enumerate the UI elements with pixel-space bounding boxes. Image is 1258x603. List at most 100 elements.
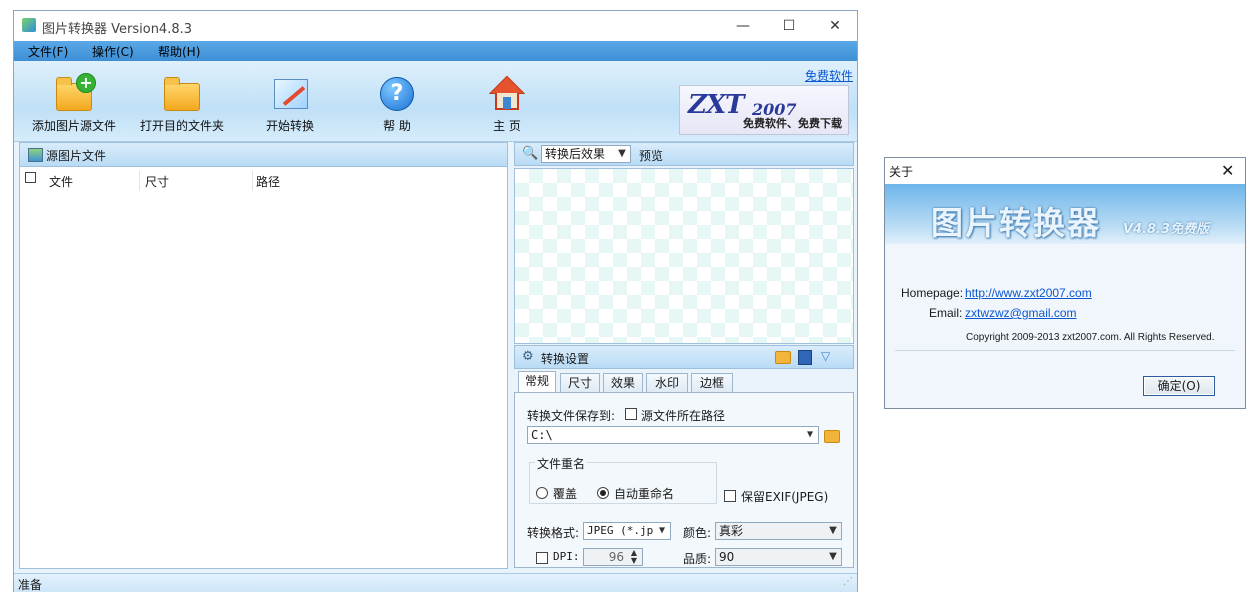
settings-tabs: 常规 尺寸 效果 水印 边框 bbox=[514, 371, 854, 393]
status-text: 准备 bbox=[18, 578, 43, 592]
spinner-arrows-icon[interactable]: ▲ ▼ bbox=[626, 549, 642, 565]
save-icon[interactable] bbox=[798, 350, 812, 365]
chevron-down-icon: ▼ bbox=[829, 525, 837, 536]
preview-mode-value: 转换后效果 bbox=[545, 147, 606, 161]
homepage-link[interactable]: http://www.zxt2007.com bbox=[965, 286, 1092, 300]
preview-mode-select[interactable]: 转换后效果 ▼ bbox=[541, 145, 631, 163]
tab-size[interactable]: 尺寸 bbox=[560, 373, 600, 392]
about-dialog: 关于 ✕ 图片转换器 V4.8.3免费版 Homepage: http://ww… bbox=[884, 157, 1246, 409]
column-path[interactable]: 路径 bbox=[256, 173, 280, 190]
open-folder-icon[interactable] bbox=[775, 351, 791, 364]
magic-wand-icon bbox=[270, 75, 310, 111]
auto-rename-label: 自动重命名 bbox=[614, 487, 675, 501]
about-close-button[interactable]: ✕ bbox=[1221, 161, 1234, 180]
open-dest-folder-button[interactable]: 打开目的文件夹 bbox=[136, 61, 228, 141]
quality-label: 品质: bbox=[683, 552, 712, 566]
source-path-label: 源文件所在路径 bbox=[641, 409, 726, 423]
start-convert-button[interactable]: 开始转换 bbox=[250, 61, 330, 141]
add-source-button[interactable]: + 添加图片源文件 bbox=[28, 61, 120, 141]
about-banner: 图片转换器 V4.8.3免费版 bbox=[885, 184, 1245, 244]
color-label: 颜色: bbox=[683, 526, 712, 540]
tab-effect[interactable]: 效果 bbox=[603, 373, 643, 392]
gear-icon: ⚙ bbox=[522, 349, 534, 364]
about-title: 关于 bbox=[889, 165, 914, 179]
browse-folder-icon[interactable] bbox=[824, 430, 840, 443]
about-banner-title: 图片转换器 bbox=[931, 204, 1102, 242]
logo-slogan: 免费软件、免费下载 bbox=[743, 117, 842, 130]
main-window: 图片转换器 Version4.8.3 — ☐ ✕ 文件(F) 操作(C) 帮助(… bbox=[13, 10, 858, 592]
image-icon bbox=[28, 148, 43, 162]
free-software-link[interactable]: 免费软件 bbox=[805, 67, 853, 84]
menu-bar: 文件(F) 操作(C) 帮助(H) bbox=[14, 41, 857, 61]
folder-icon bbox=[162, 75, 202, 111]
chevron-down-icon: ▼ bbox=[829, 551, 837, 562]
collapse-chevron-icon[interactable]: ▽ bbox=[821, 349, 830, 363]
resize-grip-icon[interactable]: ⋰ bbox=[843, 576, 853, 587]
status-bar: 准备 ⋰ bbox=[14, 573, 857, 592]
quality-value: 90 bbox=[719, 550, 735, 564]
menu-operation[interactable]: 操作(C) bbox=[92, 43, 134, 60]
maximize-button[interactable]: ☐ bbox=[766, 11, 812, 41]
preview-header: 🔍 转换后效果 ▼ 预览 bbox=[514, 142, 854, 166]
overwrite-label: 覆盖 bbox=[553, 487, 578, 501]
source-files-panel: 源图片文件 文件 尺寸 路径 bbox=[19, 142, 508, 569]
help-label: 帮 助 bbox=[383, 119, 411, 133]
column-separator[interactable] bbox=[252, 171, 253, 191]
start-convert-label: 开始转换 bbox=[265, 119, 314, 133]
chevron-down-icon: ▼ bbox=[806, 429, 814, 440]
source-panel-title: 源图片文件 bbox=[46, 149, 107, 163]
ok-button[interactable]: 确定(O) bbox=[1143, 376, 1215, 396]
title-bar: 图片转换器 Version4.8.3 — ☐ ✕ bbox=[14, 11, 857, 41]
preview-title: 预览 bbox=[639, 149, 664, 163]
select-all-checkbox[interactable] bbox=[25, 172, 36, 183]
home-label: 主 页 bbox=[493, 119, 521, 133]
home-icon bbox=[487, 75, 527, 111]
add-source-label: 添加图片源文件 bbox=[31, 119, 116, 133]
overwrite-radio[interactable] bbox=[536, 487, 548, 499]
tab-watermark[interactable]: 水印 bbox=[646, 373, 688, 392]
email-label: Email: bbox=[929, 306, 963, 320]
about-title-bar: 关于 ✕ bbox=[885, 158, 1245, 185]
homepage-label: Homepage: bbox=[901, 286, 964, 300]
menu-file[interactable]: 文件(F) bbox=[28, 43, 68, 60]
tab-general[interactable]: 常规 bbox=[518, 371, 556, 392]
chevron-down-icon: ▼ bbox=[618, 148, 626, 159]
color-value: 真彩 bbox=[719, 524, 744, 538]
dpi-spinner[interactable]: 96 ▲ ▼ bbox=[583, 548, 643, 566]
save-path-value: C:\ bbox=[531, 428, 553, 442]
column-file[interactable]: 文件 bbox=[49, 173, 73, 190]
keep-exif-checkbox[interactable] bbox=[724, 490, 736, 502]
settings-header: ⚙ 转换设置 ▽ bbox=[514, 345, 854, 369]
tab-border[interactable]: 边框 bbox=[691, 373, 733, 392]
chevron-down-icon: ▼ bbox=[654, 523, 670, 539]
open-dest-label: 打开目的文件夹 bbox=[139, 119, 224, 133]
keep-exif-label: 保留EXIF(JPEG) bbox=[741, 490, 829, 504]
zxt-logo: ZXT 2007 免费软件、免费下载 bbox=[679, 85, 849, 135]
help-button[interactable]: ? 帮 助 bbox=[362, 61, 432, 141]
app-icon bbox=[22, 18, 36, 32]
dpi-label: DPI: bbox=[553, 550, 580, 563]
format-value: JPEG (*.jpg bbox=[587, 524, 660, 537]
logo-text: ZXT bbox=[688, 90, 744, 120]
format-select[interactable]: JPEG (*.jpg ▼ bbox=[583, 522, 671, 540]
about-banner-version: V4.8.3免费版 bbox=[1123, 222, 1210, 237]
quality-select[interactable]: 90 ▼ bbox=[715, 548, 842, 566]
preview-canvas bbox=[514, 168, 854, 344]
home-button[interactable]: 主 页 bbox=[472, 61, 542, 141]
save-path-combo[interactable]: C:\ ▼ bbox=[527, 426, 819, 444]
save-to-label: 转换文件保存到: bbox=[527, 409, 616, 423]
column-separator[interactable] bbox=[139, 171, 140, 191]
email-link[interactable]: zxtwzwz@gmail.com bbox=[965, 306, 1077, 320]
copyright-text: Copyright 2009-2013 zxt2007.com. All Rig… bbox=[966, 332, 1215, 343]
help-icon: ? bbox=[377, 75, 417, 111]
close-button[interactable]: ✕ bbox=[812, 11, 858, 41]
format-label: 转换格式: bbox=[527, 526, 580, 540]
minimize-button[interactable]: — bbox=[720, 11, 766, 41]
color-select[interactable]: 真彩 ▼ bbox=[715, 522, 842, 540]
menu-help[interactable]: 帮助(H) bbox=[158, 43, 200, 60]
settings-title: 转换设置 bbox=[541, 352, 590, 366]
auto-rename-radio[interactable] bbox=[597, 487, 609, 499]
dpi-checkbox[interactable] bbox=[536, 552, 548, 564]
source-path-checkbox[interactable] bbox=[625, 408, 637, 420]
column-size[interactable]: 尺寸 bbox=[145, 173, 169, 190]
